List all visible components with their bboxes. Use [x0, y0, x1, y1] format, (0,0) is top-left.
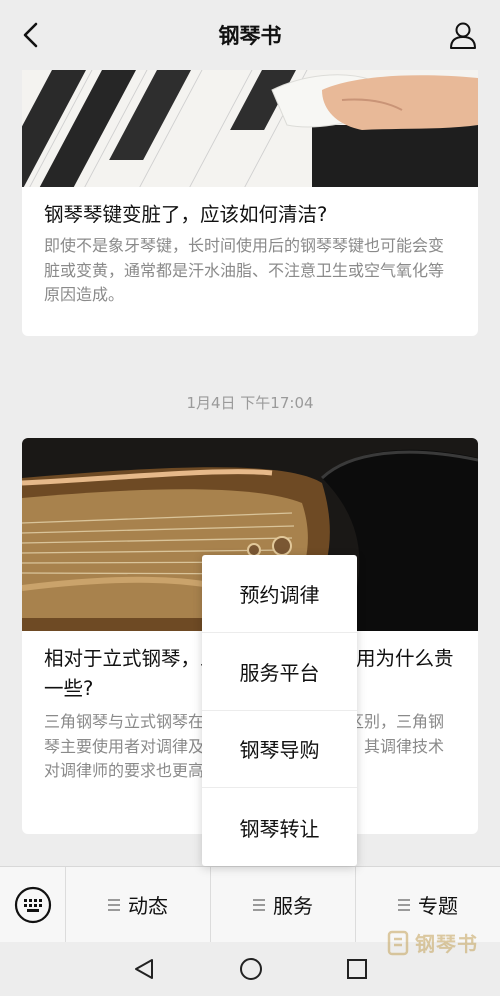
menu-item-service-platform[interactable]: 服务平台: [202, 633, 357, 711]
user-icon[interactable]: [448, 20, 478, 50]
menu-tab-label: 动态: [128, 894, 168, 918]
menu-tab-label: 服务: [273, 894, 313, 918]
message-timestamp: 1月4日 下午17:04: [186, 394, 314, 412]
menu-item-tuning-booking[interactable]: 预约调律: [202, 555, 357, 633]
menu-tab-updates[interactable]: 动态: [66, 866, 211, 943]
article-description: 即使不是象牙琴键，长时间使用后的钢琴琴键也可能会变脏或变黄，通常都是汗水油脂、不…: [44, 236, 445, 304]
menu-lines-icon: [398, 898, 410, 911]
piano-keys-cleaning-image: [22, 70, 478, 187]
page-title: 钢琴书: [218, 24, 282, 48]
article-title[interactable]: 钢琴琴键变脏了，应该如何清洁?: [44, 200, 456, 230]
triangle-back-icon[interactable]: [132, 957, 156, 981]
menu-tab-label: 专题: [418, 894, 458, 918]
service-submenu: 预约调律 服务平台 钢琴导购 钢琴转让: [202, 555, 357, 866]
menu-tab-services[interactable]: 服务: [211, 866, 356, 943]
back-arrow-icon[interactable]: [18, 20, 44, 50]
square-recent-icon[interactable]: [346, 958, 368, 980]
watermark-logo: 钢琴书: [387, 928, 478, 957]
menu-lines-icon: [108, 898, 120, 911]
menu-item-piano-transfer[interactable]: 钢琴转让: [202, 788, 357, 866]
article-card[interactable]: 钢琴琴键变脏了，应该如何清洁? 即使不是象牙琴键，长时间使用后的钢琴琴键也可能会…: [22, 70, 478, 336]
watermark-text: 钢琴书: [415, 932, 478, 956]
keyboard-icon[interactable]: [0, 866, 66, 943]
menu-lines-icon: [253, 898, 265, 911]
menu-item-piano-guide[interactable]: 钢琴导购: [202, 711, 357, 789]
top-bar: 钢琴书: [0, 0, 500, 70]
watermark-icon: [387, 930, 409, 955]
circle-home-icon[interactable]: [238, 956, 264, 982]
